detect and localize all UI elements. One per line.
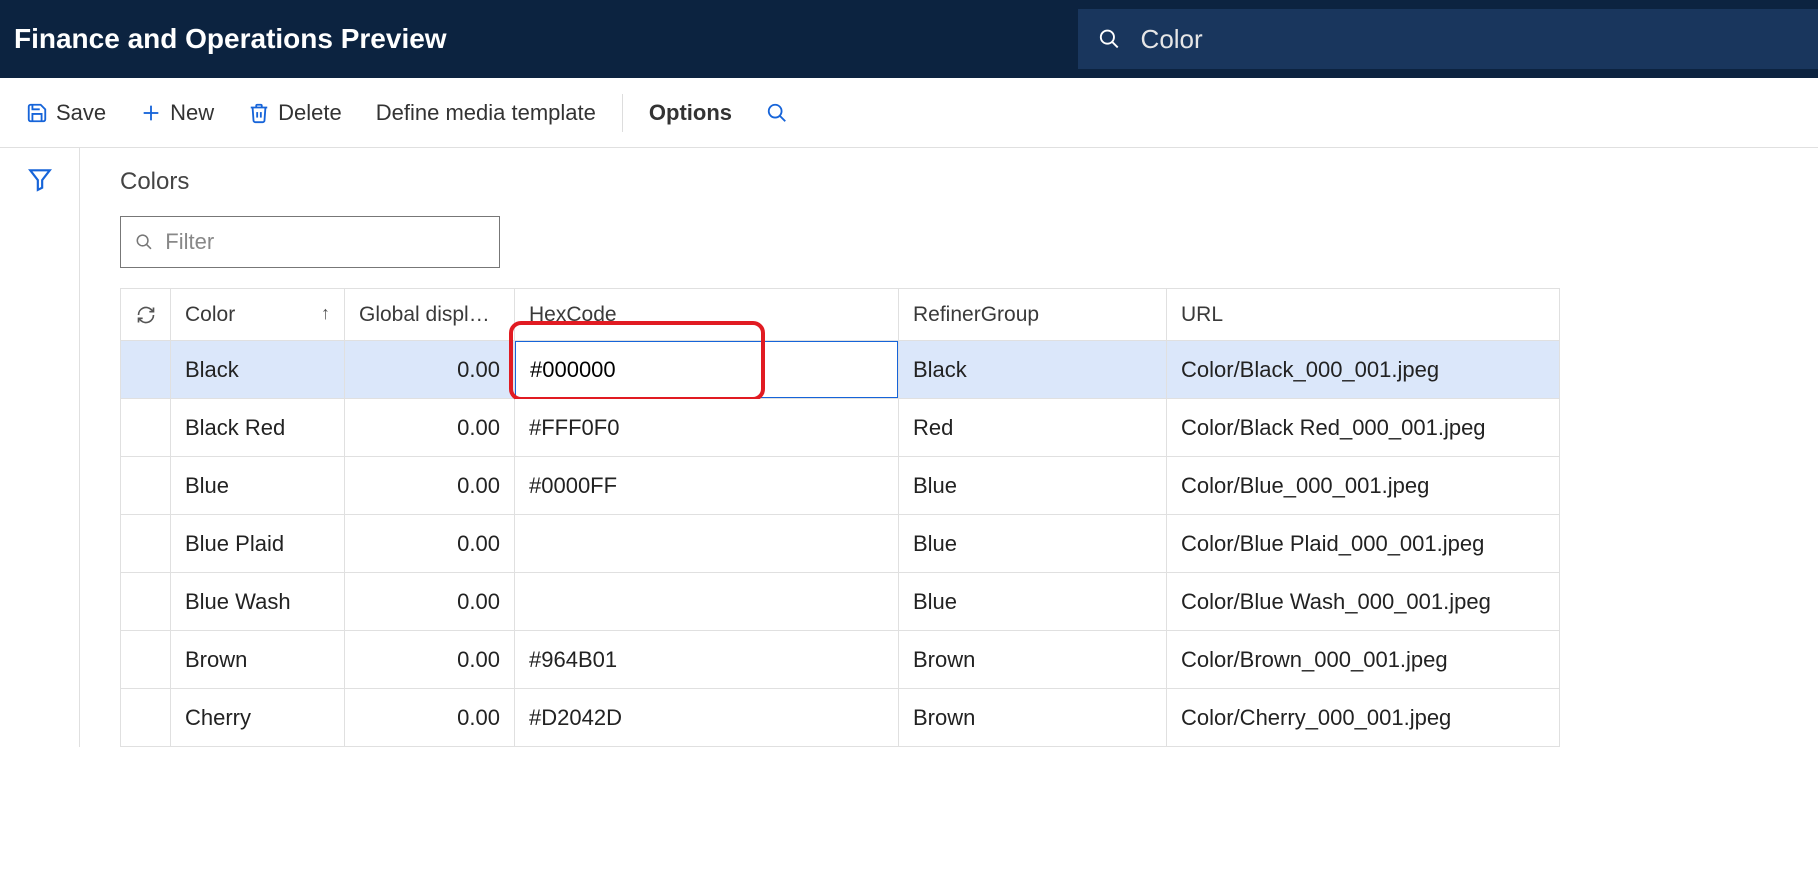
row-indicator: [121, 341, 171, 399]
column-header-global-display[interactable]: Global display ...: [345, 289, 515, 341]
cell-color[interactable]: Blue Wash: [171, 573, 345, 631]
delete-label: Delete: [278, 100, 342, 126]
table-row[interactable]: Brown0.00#964B01BrownColor/Brown_000_001…: [121, 631, 1560, 689]
cell-url[interactable]: Color/Blue Plaid_000_001.jpeg: [1167, 515, 1560, 573]
toolbar-separator: [622, 94, 623, 132]
trash-icon: [248, 102, 270, 124]
row-indicator: [121, 631, 171, 689]
cell-url[interactable]: Color/Blue_000_001.jpeg: [1167, 457, 1560, 515]
cell-url[interactable]: Color/Cherry_000_001.jpeg: [1167, 689, 1560, 747]
refresh-icon: [136, 305, 156, 325]
cell-color[interactable]: Black: [171, 341, 345, 399]
action-toolbar: Save New Delete Define media template Op…: [0, 78, 1818, 148]
plus-icon: [140, 102, 162, 124]
cell-hexcode[interactable]: #0000FF: [515, 457, 899, 515]
cell-refiner[interactable]: Brown: [899, 689, 1167, 747]
cell-refiner[interactable]: Brown: [899, 631, 1167, 689]
funnel-icon: [27, 166, 53, 192]
grid-filter-input[interactable]: [165, 229, 485, 255]
cell-global-display[interactable]: 0.00: [345, 573, 515, 631]
table-row[interactable]: Black Red0.00#FFF0F0RedColor/Black Red_0…: [121, 399, 1560, 457]
side-rail: [0, 148, 80, 747]
hexcode-text: #0000FF: [515, 473, 898, 499]
cell-global-display[interactable]: 0.00: [345, 341, 515, 399]
table-row[interactable]: Blue Plaid0.00 BlueColor/Blue Plaid_000_0…: [121, 515, 1560, 573]
cell-global-display[interactable]: 0.00: [345, 399, 515, 457]
column-header-color-label: Color: [185, 303, 235, 326]
cell-hexcode[interactable]: #D2042D: [515, 689, 899, 747]
cell-refiner[interactable]: Red: [899, 399, 1167, 457]
options-button[interactable]: Options: [635, 92, 746, 134]
toolbar-search-button[interactable]: [752, 94, 802, 132]
define-media-label: Define media template: [376, 100, 596, 126]
delete-button[interactable]: Delete: [234, 92, 356, 134]
global-search-input[interactable]: [1141, 24, 1798, 55]
save-button[interactable]: Save: [12, 92, 120, 134]
cell-url[interactable]: Color/Black Red_000_001.jpeg: [1167, 399, 1560, 457]
row-indicator: [121, 457, 171, 515]
global-search[interactable]: [1078, 9, 1818, 69]
define-media-template-button[interactable]: Define media template: [362, 92, 610, 134]
cell-hexcode[interactable]: [515, 515, 899, 573]
body-wrap: Colors Color ↑ Global display ... HexCod…: [0, 148, 1818, 747]
save-icon: [26, 102, 48, 124]
cell-url[interactable]: Color/Black_000_001.jpeg: [1167, 341, 1560, 399]
page-heading: Colors: [120, 168, 1818, 196]
new-button[interactable]: New: [126, 92, 228, 134]
cell-refiner[interactable]: Blue: [899, 457, 1167, 515]
app-title: Finance and Operations Preview: [14, 23, 447, 55]
hexcode-text: #FFF0F0: [515, 415, 898, 441]
search-icon: [1098, 27, 1121, 51]
hexcode-text: #D2042D: [515, 705, 898, 731]
column-header-url[interactable]: URL: [1167, 289, 1560, 341]
hexcode-text: #964B01: [515, 647, 898, 673]
table-row[interactable]: Blue Wash0.00 BlueColor/Blue Wash_000_001…: [121, 573, 1560, 631]
table-row[interactable]: Cherry0.00#D2042DBrownColor/Cherry_000_0…: [121, 689, 1560, 747]
app-bar: Finance and Operations Preview: [0, 0, 1818, 78]
cell-global-display[interactable]: 0.00: [345, 631, 515, 689]
cell-url[interactable]: Color/Blue Wash_000_001.jpeg: [1167, 573, 1560, 631]
cell-color[interactable]: Blue: [171, 457, 345, 515]
search-icon: [135, 232, 153, 252]
cell-refiner[interactable]: Black: [899, 341, 1167, 399]
colors-grid: Color ↑ Global display ... HexCode Refin…: [120, 288, 1560, 747]
row-indicator: [121, 515, 171, 573]
row-indicator: [121, 689, 171, 747]
hexcode-input[interactable]: [516, 342, 766, 397]
column-header-refiner[interactable]: RefinerGroup: [899, 289, 1167, 341]
cell-hexcode[interactable]: [515, 341, 899, 399]
table-row[interactable]: Blue0.00#0000FFBlueColor/Blue_000_001.jp…: [121, 457, 1560, 515]
cell-refiner[interactable]: Blue: [899, 573, 1167, 631]
sort-asc-icon: ↑: [321, 303, 330, 324]
cell-color[interactable]: Black Red: [171, 399, 345, 457]
cell-color[interactable]: Cherry: [171, 689, 345, 747]
cell-hexcode[interactable]: #964B01: [515, 631, 899, 689]
cell-color[interactable]: Brown: [171, 631, 345, 689]
column-header-color[interactable]: Color ↑: [171, 289, 345, 341]
cell-global-display[interactable]: 0.00: [345, 515, 515, 573]
column-header-hexcode[interactable]: HexCode: [515, 289, 899, 341]
row-indicator: [121, 573, 171, 631]
cell-color[interactable]: Blue Plaid: [171, 515, 345, 573]
search-icon: [766, 102, 788, 124]
filter-pane-button[interactable]: [27, 166, 53, 747]
grid-refresh-header[interactable]: [121, 289, 171, 341]
grid-filter[interactable]: [120, 216, 500, 268]
main-area: Colors Color ↑ Global display ... HexCod…: [80, 148, 1818, 747]
new-label: New: [170, 100, 214, 126]
table-row[interactable]: Black0.00BlackColor/Black_000_001.jpeg: [121, 341, 1560, 399]
options-label: Options: [649, 100, 732, 126]
cell-global-display[interactable]: 0.00: [345, 689, 515, 747]
cell-global-display[interactable]: 0.00: [345, 457, 515, 515]
cell-hexcode[interactable]: #FFF0F0: [515, 399, 899, 457]
row-indicator: [121, 399, 171, 457]
cell-refiner[interactable]: Blue: [899, 515, 1167, 573]
cell-url[interactable]: Color/Brown_000_001.jpeg: [1167, 631, 1560, 689]
save-label: Save: [56, 100, 106, 126]
cell-hexcode[interactable]: [515, 573, 899, 631]
